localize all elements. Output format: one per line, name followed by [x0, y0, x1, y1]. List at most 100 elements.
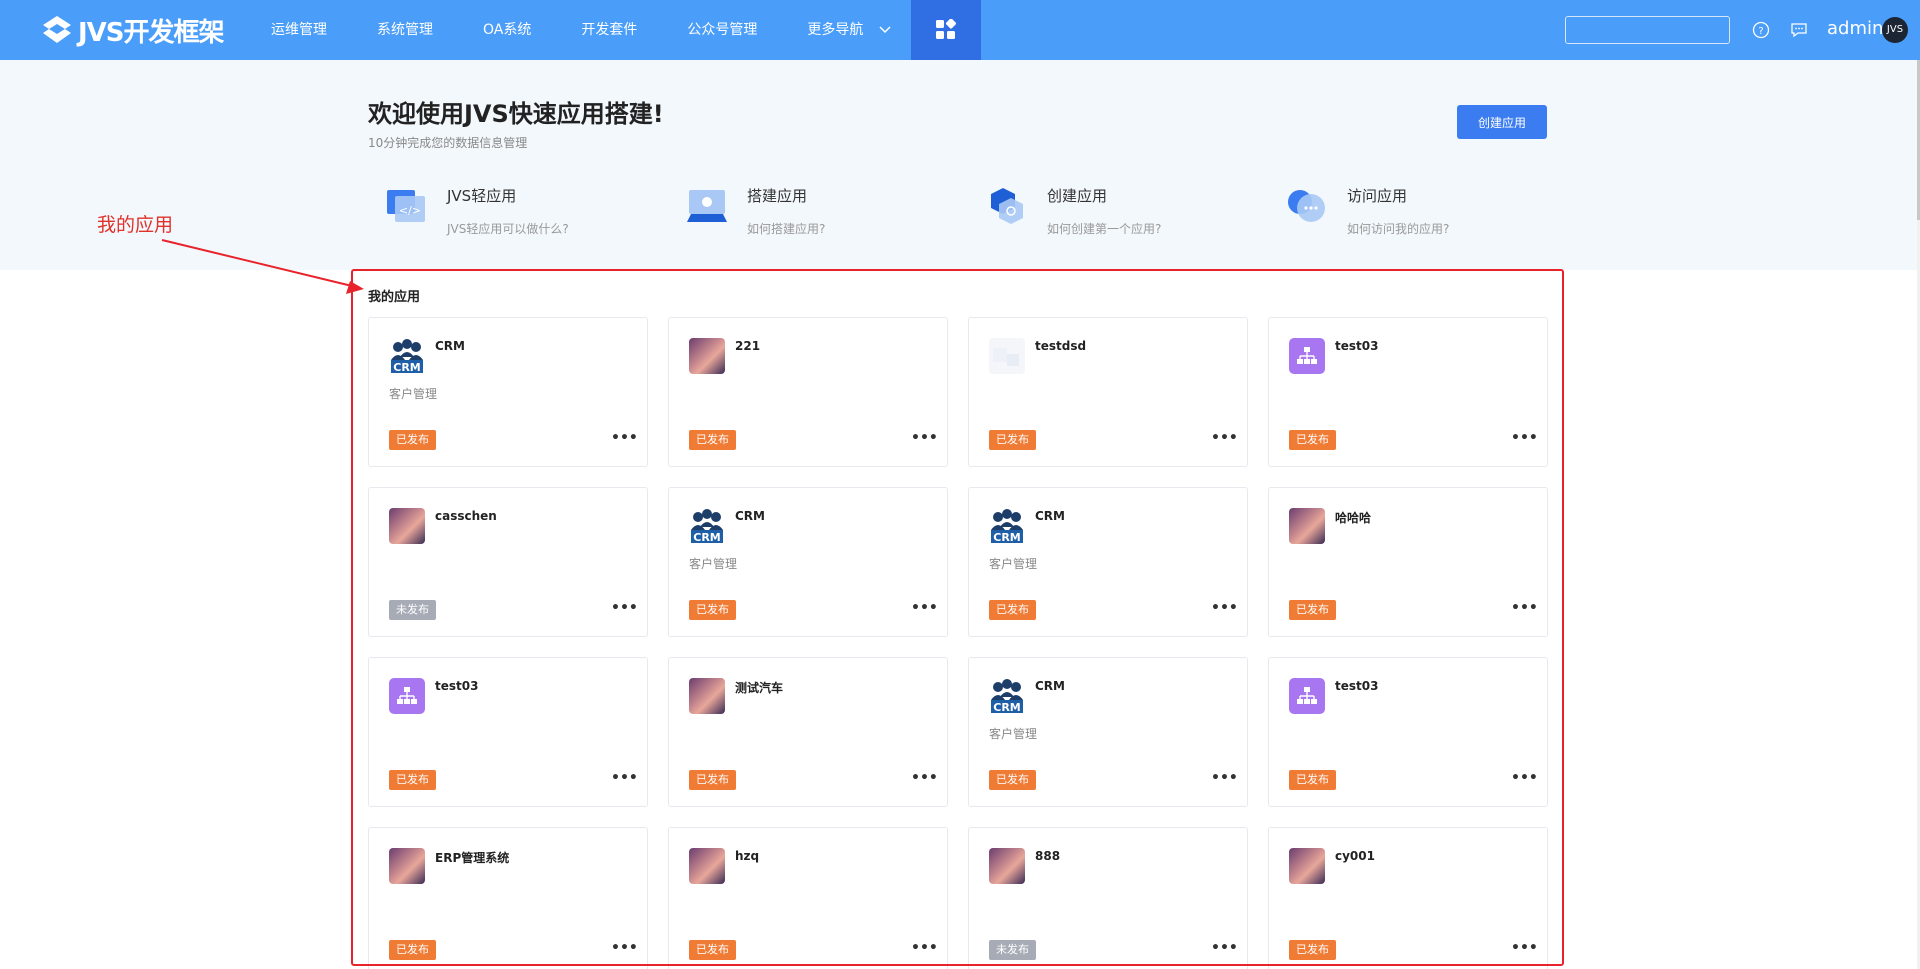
app-name: test03	[1335, 339, 1379, 353]
more-options-icon[interactable]: •••	[1211, 771, 1238, 785]
app-name: test03	[1335, 679, 1379, 693]
status-badge: 未发布	[989, 940, 1036, 960]
app-name: 测试汽车	[735, 681, 784, 695]
quick-link-build-app[interactable]: 搭建应用 如何搭建应用?	[685, 180, 965, 240]
svg-text:CRM: CRM	[393, 361, 421, 374]
app-card[interactable]: ERP管理系统已发布 •••	[368, 827, 648, 969]
nav-item-system[interactable]: 系统管理	[352, 0, 458, 60]
app-name: CRM	[435, 339, 465, 353]
app-name: ERP管理系统	[435, 851, 510, 865]
app-card[interactable]: 221 已发布 •••	[668, 317, 948, 467]
app-name: 哈哈哈	[1335, 511, 1372, 525]
gradient-image-icon	[389, 508, 425, 544]
gradient-image-icon	[689, 678, 725, 714]
crm-people-icon: CRM	[989, 678, 1025, 714]
more-options-icon[interactable]: •••	[1211, 941, 1238, 955]
status-badge: 已发布	[1289, 430, 1336, 450]
more-options-icon[interactable]: •••	[911, 431, 938, 445]
app-description: 客户管理	[689, 557, 738, 571]
status-badge: 已发布	[389, 430, 436, 450]
more-options-icon[interactable]: •••	[1511, 941, 1538, 955]
app-name: test03	[435, 679, 479, 693]
more-options-icon[interactable]: •••	[1211, 431, 1238, 445]
quick-link-title: 创建应用	[1047, 187, 1108, 205]
quick-link-title: 搭建应用	[747, 187, 808, 205]
more-options-icon[interactable]: •••	[911, 941, 938, 955]
app-name: 888	[1035, 849, 1061, 863]
app-name: CRM	[1035, 509, 1065, 523]
gradient-image-icon	[689, 338, 725, 374]
status-badge: 已发布	[989, 600, 1036, 620]
app-card[interactable]: CRM CRM 客户管理 已发布 •••	[968, 657, 1248, 807]
more-options-icon[interactable]: •••	[1211, 601, 1238, 615]
more-options-icon[interactable]: •••	[911, 601, 938, 615]
status-badge: 已发布	[389, 940, 436, 960]
gradient-image-icon	[1289, 848, 1325, 884]
more-options-icon[interactable]: •••	[1511, 601, 1538, 615]
app-card[interactable]: hzq 已发布 •••	[668, 827, 948, 969]
crm-people-icon: CRM	[989, 508, 1025, 544]
app-name: CRM	[735, 509, 765, 523]
quick-link-visit-app[interactable]: 访问应用 如何访问我的应用?	[1285, 180, 1565, 240]
page-title: 欢迎使用JVS快速应用搭建!	[368, 100, 664, 128]
status-badge: 已发布	[689, 600, 736, 620]
section-title: 我的应用	[368, 290, 421, 305]
more-options-icon[interactable]: •••	[611, 601, 638, 615]
app-name: casschen	[435, 509, 497, 523]
app-name: testdsd	[1035, 339, 1087, 353]
more-options-icon[interactable]: •••	[611, 941, 638, 955]
nav-item-ops[interactable]: 运维管理	[246, 0, 352, 60]
app-card[interactable]: 哈哈哈 已发布 •••	[1268, 487, 1548, 637]
help-icon[interactable]: ?	[1752, 21, 1770, 39]
svg-text:?: ?	[1758, 26, 1763, 37]
avatar[interactable]: JVS	[1882, 17, 1908, 43]
svg-text:</>: </>	[399, 204, 421, 217]
svg-text:CRM: CRM	[693, 531, 721, 544]
user-name[interactable]: admin	[1827, 18, 1883, 39]
more-options-icon[interactable]: •••	[911, 771, 938, 785]
nav-item-wechat[interactable]: 公众号管理	[662, 0, 782, 60]
quick-link-desc: 如何访问我的应用?	[1347, 222, 1450, 236]
quick-link-jvs-light-app[interactable]: </> JVS轻应用 JVS轻应用可以做什么?	[385, 180, 665, 240]
app-card[interactable]: casschen 未发布 •••	[368, 487, 648, 637]
app-name: 221	[735, 339, 761, 353]
apps-grid-button[interactable]	[911, 0, 981, 60]
nav-item-more[interactable]: 更多导航	[782, 0, 916, 60]
gradient-image-icon	[1289, 508, 1325, 544]
app-card[interactable]: CRM CRM 客户管理已发布 •••	[668, 487, 948, 637]
main-nav: 运维管理 系统管理 OA系统 开发套件 公众号管理 更多导航	[246, 0, 917, 60]
nav-item-oa[interactable]: OA系统	[458, 0, 556, 60]
create-app-button[interactable]: 创建应用	[1457, 105, 1547, 139]
status-badge: 已发布	[689, 430, 736, 450]
nav-item-devkit[interactable]: 开发套件	[556, 0, 662, 60]
message-icon[interactable]	[1790, 21, 1808, 39]
app-card[interactable]: 888 未发布 •••	[968, 827, 1248, 969]
more-options-icon[interactable]: •••	[1511, 431, 1538, 445]
app-card[interactable]: testdsd 已发布 •••	[968, 317, 1248, 467]
org-chart-icon	[389, 678, 425, 714]
status-badge: 已发布	[1289, 940, 1336, 960]
app-card[interactable]: 测试汽车 已发布 •••	[668, 657, 948, 807]
more-options-icon[interactable]: •••	[611, 771, 638, 785]
annotation-label: 我的应用	[97, 214, 174, 236]
quick-link-desc: 如何创建第一个应用?	[1047, 222, 1162, 236]
app-card[interactable]: CRM CRM 客户管理 已发布 •••	[368, 317, 648, 467]
quick-link-create-app[interactable]: 创建应用 如何创建第一个应用?	[985, 180, 1265, 240]
chevron-down-icon	[879, 26, 891, 34]
app-card[interactable]: cy001 已发布 •••	[1268, 827, 1548, 969]
app-card[interactable]: test03 已发布 •••	[1268, 317, 1548, 467]
app-card[interactable]: test03 已发布 •••	[1268, 657, 1548, 807]
app-card[interactable]: test03 已发布 •••	[368, 657, 648, 807]
more-options-icon[interactable]: •••	[1511, 771, 1538, 785]
search-input[interactable]	[1565, 16, 1730, 44]
logo[interactable]: JVS开发框架	[40, 10, 225, 50]
more-options-icon[interactable]: •••	[611, 431, 638, 445]
crm-people-icon: CRM	[389, 338, 425, 374]
top-navbar: JVS开发框架 运维管理 系统管理 OA系统 开发套件 公众号管理 更多导航 ?…	[0, 0, 1920, 60]
app-card[interactable]: CRM CRM 客户管理已发布 •••	[968, 487, 1248, 637]
quick-link-title: JVS轻应用	[447, 187, 517, 205]
quick-link-desc: 如何搭建应用?	[747, 222, 826, 236]
app-description: 客户管理	[989, 557, 1038, 571]
quick-link-desc: JVS轻应用可以做什么?	[447, 222, 569, 236]
quick-link-title: 访问应用	[1347, 187, 1408, 205]
